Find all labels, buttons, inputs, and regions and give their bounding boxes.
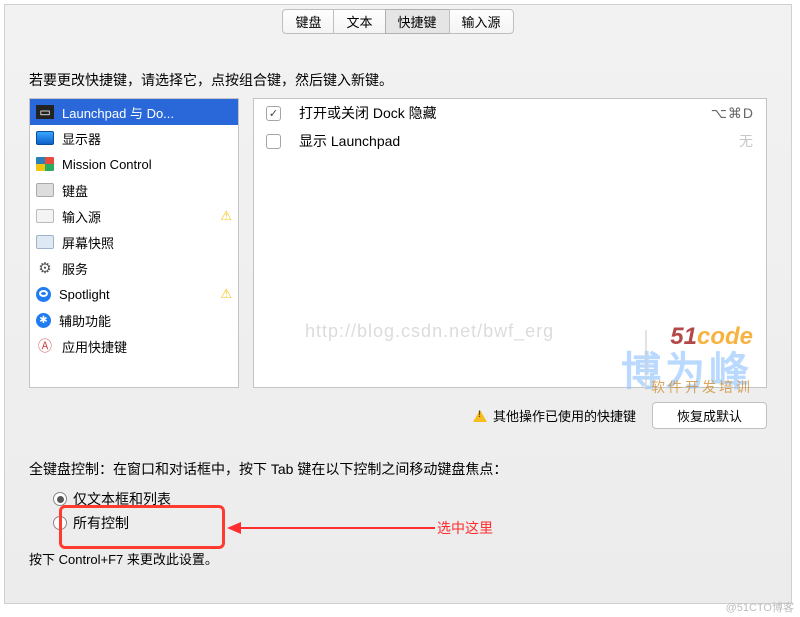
warning-icon: ⚠︎: [220, 286, 232, 302]
category-screenshot[interactable]: 屏幕快照: [30, 229, 238, 255]
radio-text-and-lists[interactable]: 仅文本框和列表: [53, 487, 767, 511]
tab-input-sources[interactable]: 输入源: [449, 9, 514, 34]
dock-icon: ▭: [36, 105, 54, 119]
gear-icon: ⚙: [36, 261, 54, 275]
accessibility-icon: ✱: [36, 313, 51, 328]
category-mission-control[interactable]: Mission Control: [30, 151, 238, 177]
category-app-shortcuts[interactable]: Ⓐ 应用快捷键: [30, 333, 238, 359]
category-label: 辅助功能: [59, 311, 111, 330]
annotation-text: 选中这里: [437, 518, 493, 538]
flag-icon: [36, 209, 54, 223]
full-keyboard-control-heading: 全键盘控制：在窗口和对话框中，按下 Tab 键在以下控制之间移动键盘焦点：: [29, 459, 767, 479]
warning-icon: ⚠︎: [220, 208, 232, 224]
restore-defaults-button[interactable]: 恢复成默认: [652, 402, 767, 429]
category-keyboard[interactable]: 键盘: [30, 177, 238, 203]
category-label: Spotlight: [59, 287, 110, 302]
category-display[interactable]: 显示器: [30, 125, 238, 151]
checkbox-show-launchpad[interactable]: [266, 134, 281, 149]
snapshot-icon: [36, 235, 54, 249]
conflict-warning-text: 其他操作已使用的快捷键: [493, 406, 636, 425]
radio-label: 仅文本框和列表: [73, 489, 171, 509]
shortcut-label: 打开或关闭 Dock 隐藏: [299, 103, 437, 123]
tab-shortcuts[interactable]: 快捷键: [385, 9, 450, 34]
preference-tabs: 键盘 文本 快捷键 输入源: [5, 5, 791, 34]
category-services[interactable]: ⚙ 服务: [30, 255, 238, 281]
category-list[interactable]: ▭ Launchpad 与 Do... 显示器 Mission Control …: [29, 98, 239, 388]
category-launchpad-dock[interactable]: ▭ Launchpad 与 Do...: [30, 99, 238, 125]
conflict-warning: 其他操作已使用的快捷键: [473, 406, 636, 425]
radio-all-controls[interactable]: 所有控制: [53, 511, 767, 535]
category-input-sources[interactable]: 输入源 ⚠︎: [30, 203, 238, 229]
radio-icon: [53, 516, 67, 530]
category-label: 输入源: [62, 207, 101, 226]
checkbox-toggle-dock[interactable]: [266, 106, 281, 121]
category-label: 屏幕快照: [62, 233, 114, 252]
category-label: 服务: [62, 259, 88, 278]
shortcut-row[interactable]: 显示 Launchpad 无: [254, 127, 766, 155]
category-label: Launchpad 与 Do...: [62, 103, 174, 122]
category-spotlight[interactable]: Spotlight ⚠︎: [30, 281, 238, 307]
footer-note: 按下 Control+F7 来更改此设置。: [29, 549, 767, 568]
warning-icon: [473, 410, 487, 422]
shortcut-keys[interactable]: 无: [739, 131, 754, 151]
shortcut-label: 显示 Launchpad: [299, 131, 400, 151]
category-label: 显示器: [62, 129, 101, 148]
spotlight-icon: [36, 287, 51, 302]
category-label: Mission Control: [62, 157, 152, 172]
app-icon: Ⓐ: [36, 339, 54, 353]
shortcut-row[interactable]: 打开或关闭 Dock 隐藏 ⌥⌘D: [254, 99, 766, 127]
radio-icon: [53, 492, 67, 506]
grid-icon: [36, 157, 54, 171]
keyboard-icon: [36, 183, 54, 197]
category-accessibility[interactable]: ✱ 辅助功能: [30, 307, 238, 333]
instruction-text: 若要更改快捷键，请选择它，点按组合键，然后键入新键。: [29, 70, 791, 90]
radio-label: 所有控制: [73, 513, 129, 533]
display-icon: [36, 131, 54, 145]
tab-text[interactable]: 文本: [333, 9, 385, 34]
tab-keyboard[interactable]: 键盘: [282, 9, 334, 34]
category-label: 键盘: [62, 181, 88, 200]
shortcut-keys[interactable]: ⌥⌘D: [711, 105, 754, 122]
shortcut-list[interactable]: 打开或关闭 Dock 隐藏 ⌥⌘D 显示 Launchpad 无: [253, 98, 767, 388]
category-label: 应用快捷键: [62, 337, 127, 356]
